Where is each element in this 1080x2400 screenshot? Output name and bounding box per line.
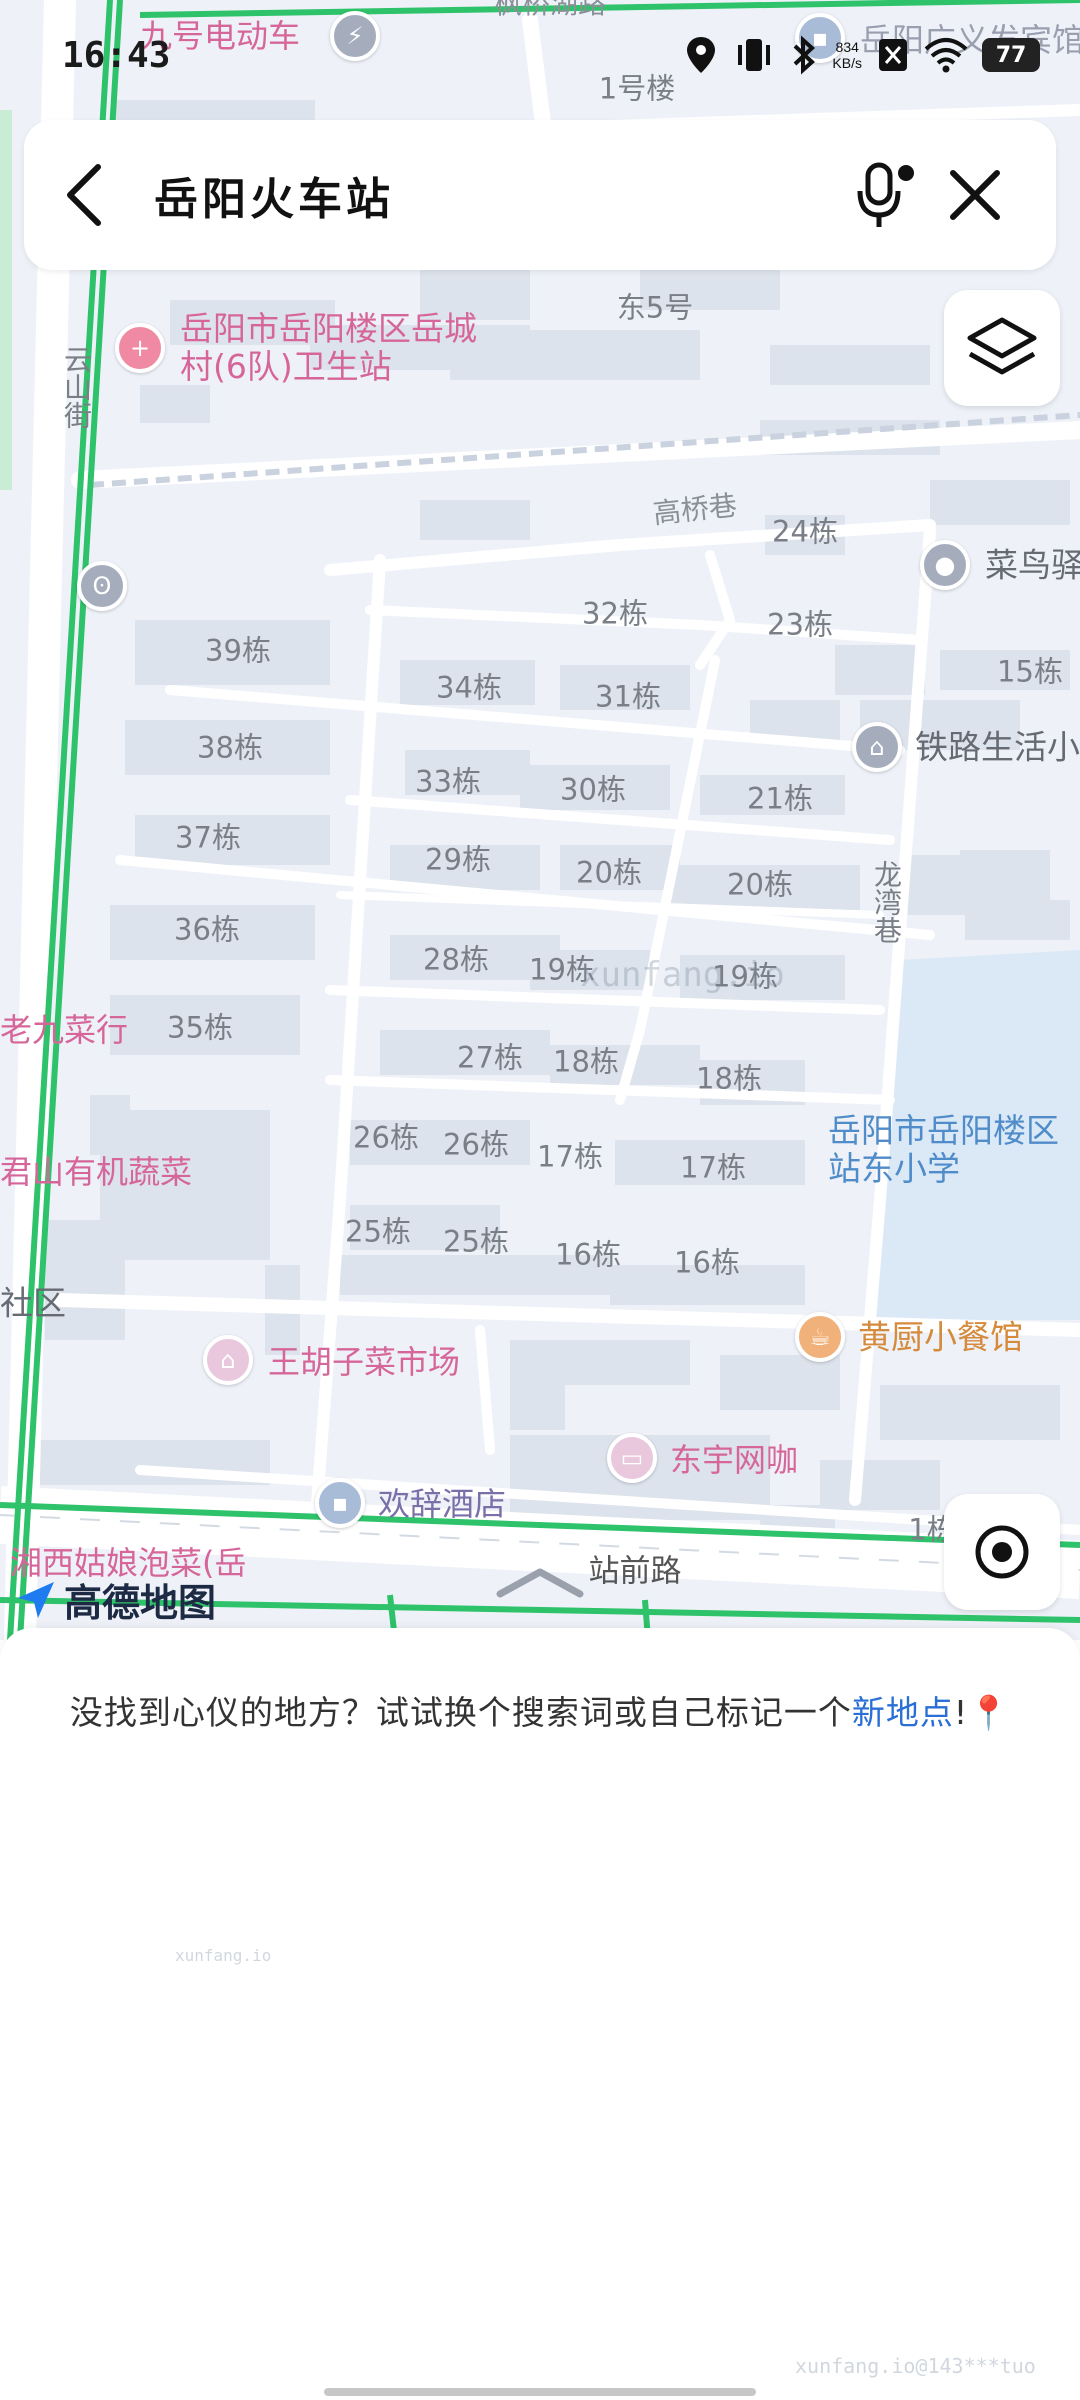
internet-cafe-icon[interactable]: ▭: [607, 1433, 657, 1483]
road-label: 高桥巷: [651, 488, 739, 531]
residential-icon[interactable]: ⌂: [852, 722, 902, 772]
location-icon: [687, 37, 716, 73]
clinic-icon[interactable]: +: [115, 323, 165, 373]
building-label: 17栋: [680, 1150, 746, 1185]
status-icons: 834 KB/s 77: [684, 35, 1040, 75]
road-label: 云山街: [60, 345, 93, 429]
voice-search-button[interactable]: [840, 145, 930, 245]
building-label: 29栋: [425, 842, 491, 877]
no-sim-icon: [879, 39, 907, 71]
map-layers-button[interactable]: [944, 290, 1060, 406]
building-label: 25栋: [443, 1224, 509, 1259]
results-sheet: 没找到心仪的地方？试试换个搜索词或自己标记一个新地点!📍 xunfang.io …: [0, 1628, 1080, 2400]
poi-label[interactable]: 菜鸟驿: [985, 549, 1080, 582]
map-watermark: xunfang.io: [580, 955, 785, 995]
building-label: 32栋: [582, 596, 648, 631]
target-icon: [975, 1525, 1029, 1579]
building-label: 15栋: [997, 654, 1063, 689]
building-label: 28栋: [423, 942, 489, 977]
gesture-nav-bar[interactable]: [324, 2388, 756, 2396]
building-label: 16栋: [555, 1237, 621, 1272]
restaurant-icon[interactable]: ☕: [795, 1312, 845, 1362]
building-label: 33栋: [415, 764, 481, 799]
vibrate-icon: [738, 39, 771, 71]
search-query[interactable]: 岳阳火车站: [154, 163, 840, 227]
building-label: 20栋: [727, 867, 793, 902]
building-label: 26栋: [443, 1127, 509, 1162]
wifi-icon: [924, 38, 968, 73]
building-label: 34栋: [436, 670, 502, 705]
building-label: 39栋: [205, 633, 271, 668]
hint-suffix: !📍: [953, 1693, 1011, 1732]
poi-label[interactable]: 黄厨小餐馆: [858, 1321, 1023, 1354]
microphone-icon: [857, 162, 914, 227]
poi-label[interactable]: 岳阳市岳阳楼区站东小学: [828, 1112, 1068, 1188]
road-label: 站前路: [588, 1553, 682, 1590]
status-bar: 16:43 834 KB/s 77: [0, 0, 1080, 110]
poi-label[interactable]: 社区: [0, 1287, 66, 1320]
hint-text: 没找到心仪的地方？试试换个搜索词或自己标记一个: [69, 1693, 852, 1732]
status-time: 16:43: [62, 34, 171, 76]
sheet-expand-handle[interactable]: [490, 1562, 590, 1602]
building-label: 38栋: [197, 730, 263, 765]
sheet-watermark: xunfang.io: [175, 1946, 272, 1965]
building-label: 37栋: [175, 820, 241, 855]
no-result-hint: 没找到心仪的地方？试试换个搜索词或自己标记一个新地点!📍: [0, 1686, 1080, 1734]
poi-label[interactable]: 老九菜行: [0, 1014, 128, 1046]
clear-button[interactable]: [930, 145, 1020, 245]
poi-label[interactable]: 欢辞酒店: [378, 1488, 506, 1520]
close-icon: [950, 170, 1000, 220]
building-label: 35栋: [167, 1010, 233, 1045]
net-speed: 834 KB/s: [832, 39, 862, 71]
poi-label[interactable]: 岳阳市岳阳楼区岳城村(6队)卫生站: [180, 310, 480, 386]
building-label: 25栋: [345, 1214, 411, 1249]
road-label: 龙湾巷: [870, 860, 903, 944]
building-label: 30栋: [560, 772, 626, 807]
footer-watermark: xunfang.io@143***tuo: [795, 2354, 1036, 2378]
restroom-icon[interactable]: ʘ: [77, 561, 127, 611]
building-label: 17栋: [537, 1139, 603, 1174]
building-label: 36栋: [174, 912, 240, 947]
poi-label[interactable]: 君山有机蔬菜: [0, 1156, 192, 1188]
bluetooth-icon: [794, 35, 816, 75]
new-place-link[interactable]: 新地点: [852, 1693, 954, 1732]
hotel-icon[interactable]: ▪: [315, 1478, 365, 1528]
building-label: 18栋: [553, 1044, 619, 1079]
building-label: 16栋: [674, 1245, 740, 1280]
battery-indicator: 77: [982, 38, 1040, 72]
building-label: 18栋: [696, 1061, 762, 1096]
building-label: 21栋: [747, 781, 813, 816]
layers-icon: [967, 317, 1037, 375]
search-bar: 岳阳火车站: [24, 120, 1056, 270]
building-label: 26栋: [353, 1120, 419, 1155]
building-label: 20栋: [576, 855, 642, 890]
building-label: 31栋: [595, 679, 661, 714]
poi-label[interactable]: 王胡子菜市场: [268, 1346, 460, 1378]
amap-logo-text: 高德地图: [64, 1581, 217, 1625]
amap-logo: 高德地图: [14, 1572, 216, 1627]
parcel-station-icon[interactable]: ●: [920, 540, 970, 590]
building-label: 23栋: [767, 607, 833, 642]
back-button[interactable]: [64, 120, 154, 270]
chevron-up-icon: [496, 1568, 584, 1598]
poi-label[interactable]: 铁路生活小: [915, 731, 1080, 764]
poi-label[interactable]: 东宇网咖: [670, 1444, 798, 1476]
my-location-button[interactable]: [944, 1494, 1060, 1610]
navigation-arrow-icon: [18, 1581, 54, 1618]
building-label: 24栋: [772, 514, 838, 549]
building-label: 27栋: [457, 1040, 523, 1075]
chevron-left-icon: [67, 164, 101, 226]
market-icon[interactable]: ⌂: [203, 1335, 253, 1385]
building-label: 东5号: [616, 290, 694, 325]
